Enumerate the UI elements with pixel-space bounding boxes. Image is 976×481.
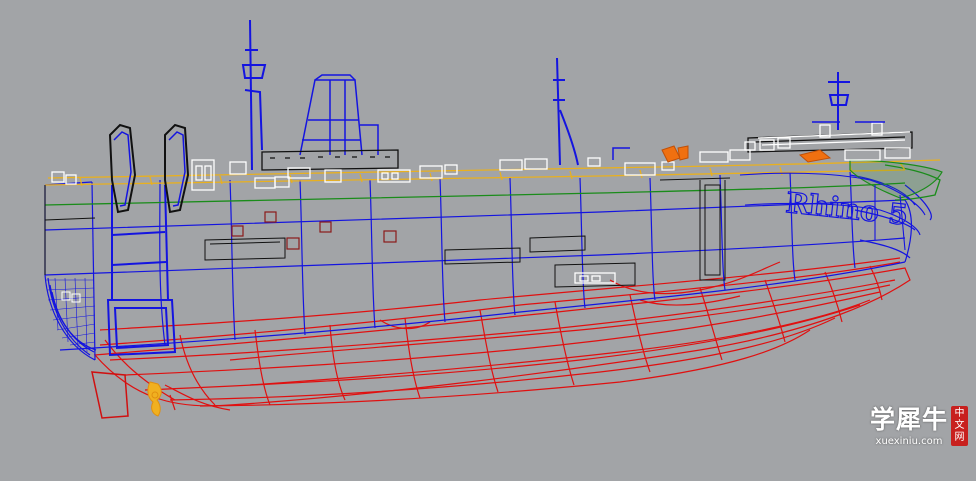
- underwater-hull-red: [93, 257, 911, 411]
- stern-detail: [61, 291, 81, 303]
- ship-wireframe-model[interactable]: Rhino 5: [0, 0, 976, 481]
- superstructure: [299, 74, 379, 156]
- cranes: [612, 121, 885, 160]
- ramp-arms: [108, 123, 190, 214]
- watermark-badge-char: 文: [954, 420, 965, 431]
- watermark-badge-char: 网: [954, 432, 965, 443]
- watermark: 学犀牛 xuexiniu.com 中 文 网: [870, 406, 968, 447]
- ramp-arms-blue: [113, 131, 186, 207]
- watermark-text-group: 学犀牛 xuexiniu.com: [869, 405, 948, 448]
- watermark-title: 学犀牛: [869, 405, 948, 434]
- masts: [241, 19, 850, 171]
- watermark-badge-char: 中: [954, 408, 965, 419]
- rhino-viewport[interactable]: Rhino 5 学犀牛 xuexiniu.com 中 文 网: [0, 0, 976, 481]
- watermark-url: xuexiniu.com: [875, 436, 943, 447]
- rudder: [91, 371, 129, 419]
- watermark-badge: 中 文 网: [951, 406, 968, 446]
